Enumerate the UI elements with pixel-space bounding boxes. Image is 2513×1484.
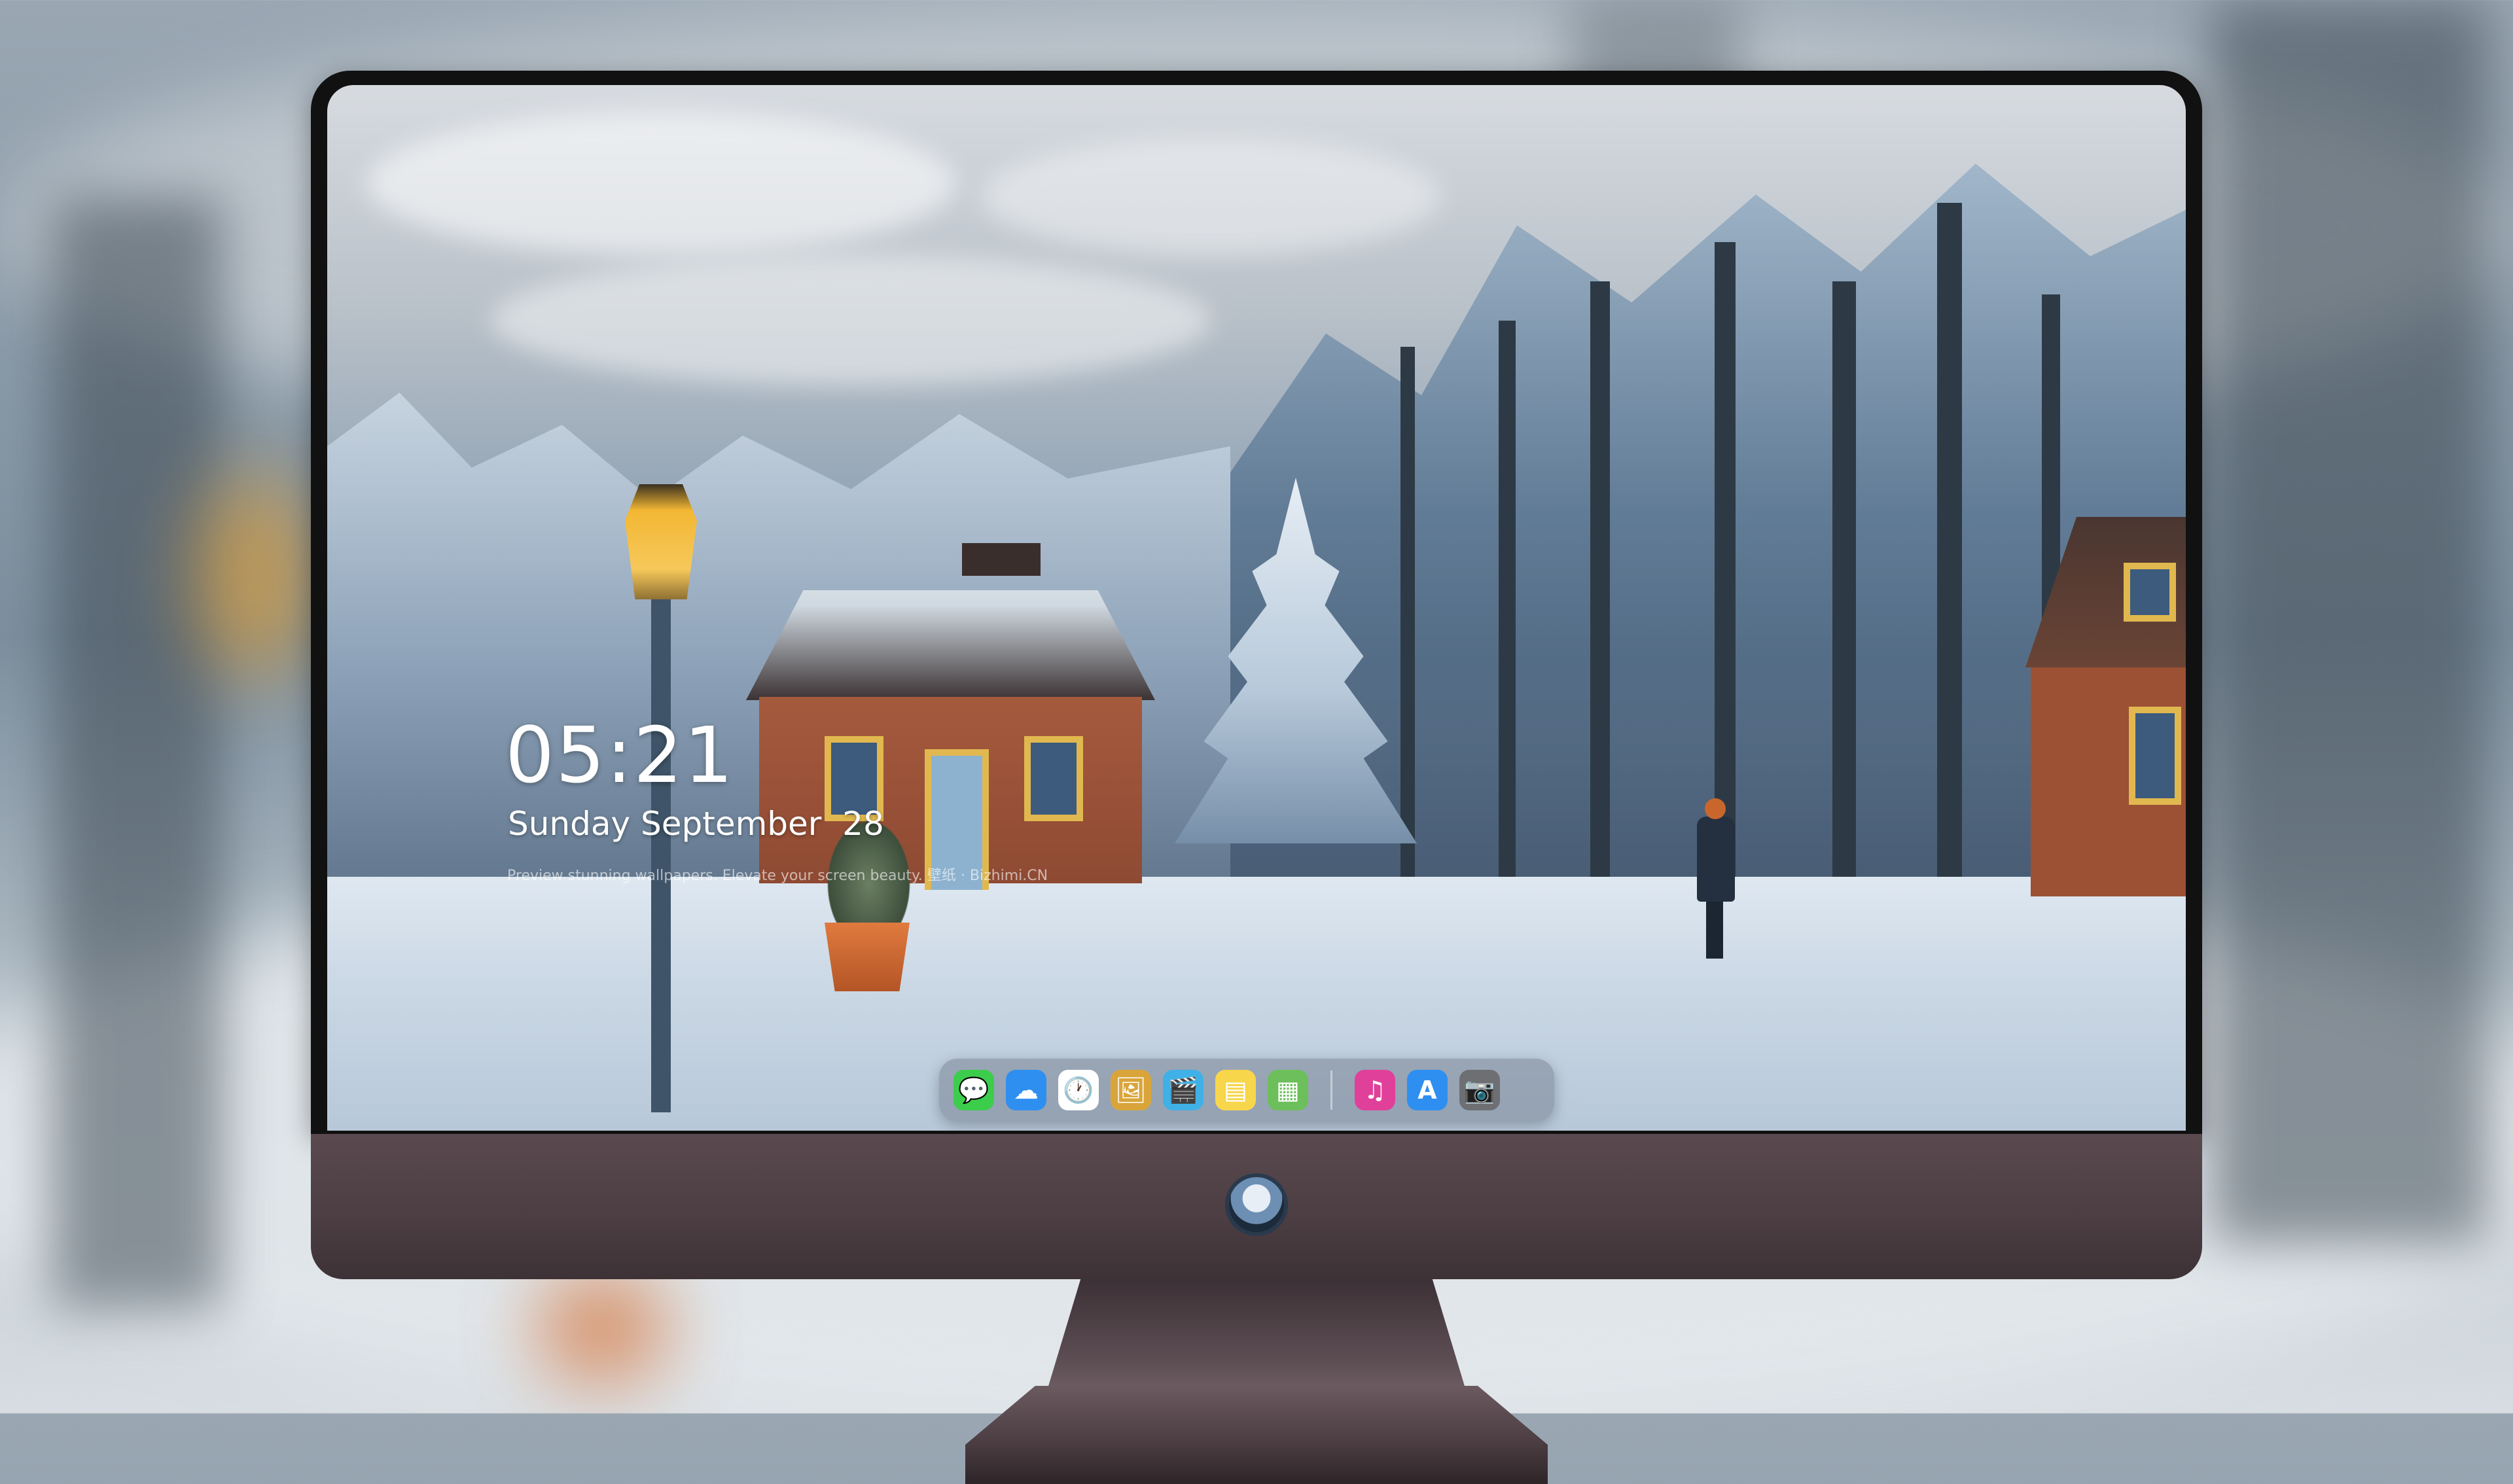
monitor-stand-neck — [1047, 1279, 1466, 1390]
app-store-icon[interactable]: A — [1407, 1070, 1448, 1110]
lock-screen: 05:21 Sunday September 28 Preview stunni… — [327, 85, 2186, 1131]
dock: 💬 ☁ 🕐 🖼 🎬 ▤ ▦ ♫ A 📷 — [939, 1059, 1554, 1122]
imac-monitor: 05:21 Sunday September 28 Preview stunni… — [311, 71, 2202, 1484]
dock-separator — [1330, 1070, 1332, 1110]
notes-icon[interactable]: ▤ — [1215, 1070, 1256, 1110]
lock-screen-time: 05:21 — [505, 710, 735, 800]
clock-icon[interactable]: 🕐 — [1058, 1070, 1099, 1110]
camera-icon[interactable]: 📷 — [1459, 1070, 1500, 1110]
monitor-stand-foot — [965, 1386, 1548, 1484]
messages-icon[interactable]: 💬 — [954, 1070, 994, 1110]
clips-icon[interactable]: 🎬 — [1163, 1070, 1203, 1110]
brand-logo-icon — [1225, 1173, 1288, 1236]
photos-icon[interactable]: ▦ — [1268, 1070, 1308, 1110]
wallpaper-tagline: Preview stunning wallpapers. Elevate you… — [507, 868, 1048, 884]
preview-icon[interactable]: 🖼 — [1111, 1070, 1151, 1110]
weather-icon[interactable]: ☁ — [1006, 1070, 1046, 1110]
lock-screen-date: Sunday September 28 — [508, 805, 884, 843]
music-icon[interactable]: ♫ — [1355, 1070, 1395, 1110]
monitor-chin — [311, 1134, 2202, 1279]
